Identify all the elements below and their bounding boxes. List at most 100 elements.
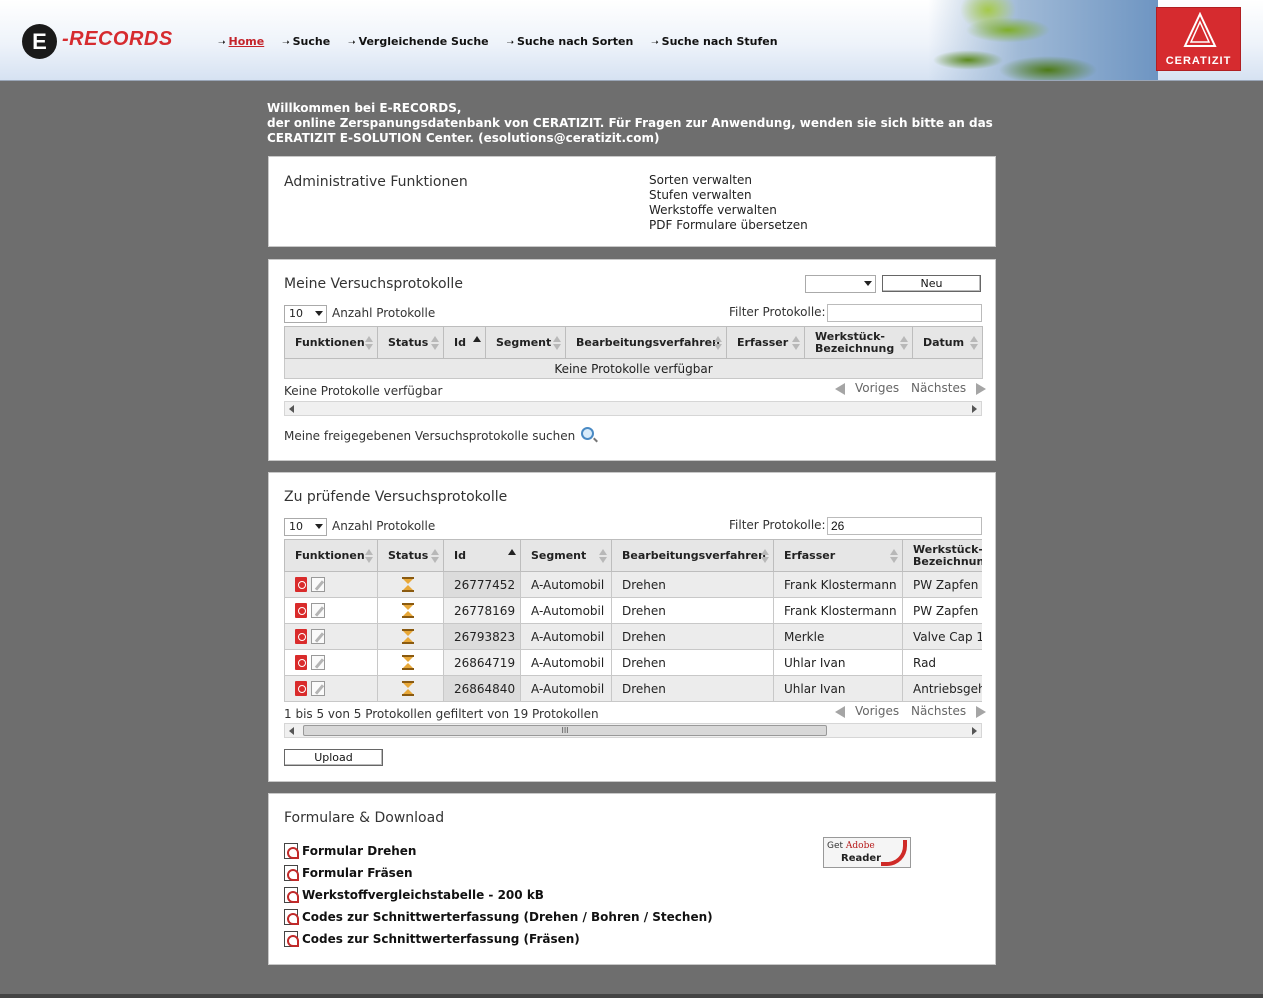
prev-arrow-icon[interactable] xyxy=(835,382,845,395)
pdf-icon[interactable] xyxy=(295,655,307,670)
pdf-icon[interactable] xyxy=(295,629,307,644)
nav-vergleichende-suche[interactable]: ➝ Vergleichende Suche xyxy=(348,35,489,48)
e-records-logo[interactable]: E -RECORDS xyxy=(22,24,192,60)
edit-icon[interactable] xyxy=(311,655,325,670)
col-label: Id xyxy=(454,548,466,562)
nav-suche-nach-stufen-label: Suche nach Stufen xyxy=(661,35,778,48)
table-row[interactable]: 26778169 A-Automobil Drehen Frank Kloste… xyxy=(284,597,982,624)
col-label: Status xyxy=(388,548,429,562)
row-erfasser: Frank Klostermann xyxy=(773,597,903,624)
my-filter-input[interactable] xyxy=(827,304,982,322)
magnifier-icon[interactable] xyxy=(581,427,595,440)
row-actions xyxy=(284,649,378,676)
next-page-link[interactable]: Nächstes xyxy=(911,381,966,395)
hourglass-icon xyxy=(402,629,414,644)
search-shared-protocols-link[interactable]: Meine freigegebenen Versuchsprotokolle s… xyxy=(284,427,595,443)
protocol-type-select[interactable] xyxy=(805,275,876,293)
col-id[interactable]: Id xyxy=(443,326,486,359)
welcome-line-2: der online Zerspanungsdatenbank von CERA… xyxy=(267,116,993,130)
download-werkstoffvergleichstabelle[interactable]: Werkstoffvergleichstabelle - 200 kB xyxy=(284,884,713,906)
scroll-left-icon[interactable] xyxy=(289,727,294,735)
next-arrow-icon[interactable] xyxy=(976,382,987,395)
scroll-thumb[interactable]: III xyxy=(303,725,827,736)
col-segment[interactable]: Segment xyxy=(520,539,612,572)
pdf-file-icon xyxy=(284,864,299,881)
header: E -RECORDS ➝ Home ➝ Suche ➝ Vergleichende S… xyxy=(0,0,1263,81)
nav-home[interactable]: ➝ Home xyxy=(218,35,264,48)
col-label: Erfasser xyxy=(737,335,789,349)
row-werkstueck: Antriebsgehä xyxy=(902,675,982,702)
link-sorten-verwalten[interactable]: Sorten verwalten xyxy=(649,173,808,188)
get-adobe-reader-badge[interactable]: Get Adobe Reader xyxy=(823,837,911,868)
link-pdf-formulare-uebersetzen[interactable]: PDF Formulare übersetzen xyxy=(649,218,808,233)
sort-icon xyxy=(365,549,373,563)
my-protocols-table: Funktionen Status Id Segment Bearbeitung… xyxy=(284,326,983,379)
table-row[interactable]: 26777452 A-Automobil Drehen Frank Kloste… xyxy=(284,571,982,598)
scroll-right-icon[interactable] xyxy=(972,727,977,735)
download-codes-drehen[interactable]: Codes zur Schnittwerterfassung (Drehen /… xyxy=(284,906,713,928)
table-row[interactable]: 26793823 A-Automobil Drehen Merkle Valve… xyxy=(284,623,982,650)
col-label: Status xyxy=(388,335,429,349)
search-shared-label: Meine freigegebenen Versuchsprotokolle s… xyxy=(284,429,576,443)
col-status[interactable]: Status xyxy=(377,326,444,359)
nav-suche-nach-sorten[interactable]: ➝ Suche nach Sorten xyxy=(506,35,633,48)
col-id[interactable]: Id xyxy=(443,539,521,572)
link-stufen-verwalten[interactable]: Stufen verwalten xyxy=(649,188,808,203)
prev-page-link[interactable]: Voriges xyxy=(855,704,899,718)
pdf-icon[interactable] xyxy=(295,603,307,618)
prev-arrow-icon[interactable] xyxy=(835,705,845,718)
prev-page-link[interactable]: Voriges xyxy=(855,381,899,395)
download-formular-fraesen[interactable]: Formular Fräsen xyxy=(284,862,713,884)
edit-icon[interactable] xyxy=(311,603,325,618)
welcome-line-3: CERATIZIT E-SOLUTION Center. (esolutions… xyxy=(267,131,660,145)
review-filter-label: Filter Protokolle: xyxy=(729,518,826,532)
nav-suche[interactable]: ➝ Suche xyxy=(282,35,330,48)
col-status[interactable]: Status xyxy=(377,539,444,572)
scroll-left-icon[interactable] xyxy=(289,405,294,413)
row-erfasser: Uhlar Ivan xyxy=(773,649,903,676)
next-arrow-icon[interactable] xyxy=(976,705,987,718)
edit-icon[interactable] xyxy=(311,629,325,644)
col-bearbeitungsverfahren[interactable]: Bearbeitungsverfahren xyxy=(565,326,727,359)
col-werkstueck[interactable]: Werkstück-Bezeichnung xyxy=(902,539,982,572)
sort-icon xyxy=(365,336,373,350)
col-segment[interactable]: Segment xyxy=(485,326,566,359)
my-filter-label: Filter Protokolle: xyxy=(729,305,826,319)
next-page-link[interactable]: Nächstes xyxy=(911,704,966,718)
sort-icon xyxy=(431,549,439,563)
col-funktionen[interactable]: Funktionen xyxy=(284,326,378,359)
col-label: Funktionen xyxy=(295,335,365,349)
review-page-size-select[interactable]: 10 xyxy=(284,518,327,536)
row-erfasser: Uhlar Ivan xyxy=(773,675,903,702)
col-funktionen[interactable]: Funktionen xyxy=(284,539,378,572)
edit-icon[interactable] xyxy=(311,577,325,592)
col-erfasser[interactable]: Erfasser xyxy=(773,539,903,572)
ceratizit-logo[interactable]: CERATIZIT xyxy=(1156,7,1241,71)
pdf-icon[interactable] xyxy=(295,681,307,696)
col-erfasser[interactable]: Erfasser xyxy=(726,326,805,359)
scroll-right-icon[interactable] xyxy=(972,405,977,413)
table-row[interactable]: 26864840 A-Automobil Drehen Uhlar Ivan A… xyxy=(284,675,982,702)
edit-icon[interactable] xyxy=(311,681,325,696)
nav-suche-nach-stufen[interactable]: ➝ Suche nach Stufen xyxy=(651,35,777,48)
download-formular-drehen[interactable]: Formular Drehen xyxy=(284,840,713,862)
table-row[interactable]: 26864719 A-Automobil Drehen Uhlar Ivan R… xyxy=(284,649,982,676)
row-id: 26864840 xyxy=(443,675,521,702)
download-codes-fraesen[interactable]: Codes zur Schnittwerterfassung (Fräsen) xyxy=(284,928,713,950)
adobe-reader-text: Reader xyxy=(841,853,882,864)
pdf-file-icon xyxy=(284,930,299,947)
bottom-border xyxy=(0,994,1263,998)
col-bearbeitungsverfahren[interactable]: Bearbeitungsverfahren xyxy=(611,539,774,572)
col-datum[interactable]: Datum xyxy=(912,326,983,359)
col-label: Erfasser xyxy=(784,548,836,562)
review-filter-input[interactable] xyxy=(827,517,982,535)
col-werkstueck[interactable]: Werkstück-Bezeichnung xyxy=(804,326,913,359)
pdf-icon[interactable] xyxy=(295,577,307,592)
upload-button[interactable]: Upload xyxy=(284,749,383,766)
my-table-scrollbar[interactable] xyxy=(284,401,982,416)
new-protocol-button[interactable]: Neu xyxy=(882,275,981,292)
review-table-scrollbar[interactable]: III xyxy=(284,723,982,738)
my-pager: Voriges Nächstes xyxy=(835,381,987,395)
link-werkstoffe-verwalten[interactable]: Werkstoffe verwalten xyxy=(649,203,808,218)
my-page-size-select[interactable]: 10 xyxy=(284,305,327,323)
